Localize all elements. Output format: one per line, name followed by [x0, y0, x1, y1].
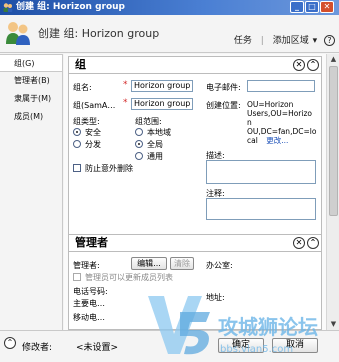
- maximize-button[interactable]: □: [305, 1, 319, 13]
- location-line: cal: [247, 136, 258, 145]
- phone-label: 电话号码:: [73, 287, 108, 296]
- dialog-header: 创建 组: Horizon group 任务 | 添加区域 ▾ ?: [0, 15, 339, 53]
- scope-global-radio[interactable]: [135, 140, 143, 148]
- sam-name-field[interactable]: Horizon group: [131, 98, 193, 110]
- clear-manager-button[interactable]: 清除: [170, 257, 194, 270]
- tasks-menu[interactable]: 任务: [234, 36, 252, 46]
- email-label: 电子邮件:: [206, 83, 241, 92]
- location-value: OU=Horizon Users,OU=Horizo n OU,DC=fan,D…: [247, 100, 319, 145]
- group-type-label: 组类型:: [73, 117, 100, 126]
- required-marker: *: [123, 80, 128, 90]
- required-marker: *: [123, 98, 128, 108]
- protect-deletion-label: 防止意外删除: [85, 164, 133, 173]
- group-icon: [6, 22, 30, 45]
- content-scrollbar[interactable]: ▲ ▼: [326, 54, 339, 330]
- manager-section-header: 管理者 ✕ ⌃: [68, 234, 322, 252]
- close-button[interactable]: ✕: [320, 1, 334, 13]
- scope-global-label: 全局: [147, 140, 163, 149]
- chevron-down-icon[interactable]: ▾: [313, 36, 318, 46]
- scroll-thumb[interactable]: [329, 66, 338, 216]
- scope-domain-local-radio[interactable]: [135, 128, 143, 136]
- location-line: OU,DC=fan,DC=lo: [247, 127, 317, 136]
- group-section-title: 组: [75, 58, 86, 71]
- page-title: 创建 组: Horizon group: [38, 27, 160, 40]
- location-line: n: [247, 118, 252, 127]
- manager-section-body: 管理者: 编辑... 清除 管理员可以更新成员列表 电话号码: 主要电… 移动电…: [68, 252, 322, 330]
- sidebar-item-member-of[interactable]: 隶属于(M): [0, 90, 62, 108]
- collapse-section-icon[interactable]: ⌃: [307, 237, 319, 249]
- location-line: OU=Horizon: [247, 100, 294, 109]
- type-distribution-label: 分发: [85, 140, 101, 149]
- cancel-button[interactable]: 取消: [272, 338, 318, 353]
- sidebar-item-group[interactable]: 组(G): [0, 54, 62, 72]
- modifier-label: 修改者:: [22, 343, 53, 353]
- location-line: Users,OU=Horizo: [247, 109, 312, 118]
- sidebar: 组(G) 管理者(B) 隶属于(M) 成员(M): [0, 54, 63, 330]
- location-label: 创建位置:: [206, 101, 241, 110]
- minimize-button[interactable]: _: [290, 1, 304, 13]
- mobile-phone-label: 移动电…: [73, 313, 105, 322]
- sidebar-item-managed-by[interactable]: 管理者(B): [0, 72, 62, 90]
- address-label: 地址:: [206, 293, 225, 302]
- group-name-label: 组名:: [73, 83, 92, 92]
- protect-deletion-checkbox[interactable]: [73, 164, 81, 172]
- manager-section-title: 管理者: [75, 236, 108, 249]
- header-toolbar: 任务 | 添加区域 ▾ ?: [228, 33, 335, 46]
- sam-name-label: 组(SamA…: [73, 101, 116, 110]
- sidebar-item-members[interactable]: 成员(M): [0, 108, 62, 126]
- group-name-field[interactable]: Horizon group: [131, 80, 193, 92]
- toolbar-separator: |: [260, 36, 264, 46]
- scope-domain-local-label: 本地域: [147, 128, 171, 137]
- ok-button[interactable]: 确定: [218, 338, 264, 353]
- scroll-down-icon[interactable]: ▼: [328, 319, 339, 330]
- description-field[interactable]: [206, 160, 316, 184]
- email-field[interactable]: [247, 80, 315, 92]
- close-section-icon[interactable]: ✕: [293, 59, 305, 71]
- scope-universal-radio[interactable]: [135, 152, 143, 160]
- change-location-link[interactable]: 更改...: [266, 136, 288, 145]
- notes-field[interactable]: [206, 198, 316, 220]
- scope-universal-label: 通用: [147, 152, 163, 161]
- main-content: 组 ✕ ⌃ 组名: * Horizon group 组(SamA… * Hori…: [64, 54, 326, 330]
- type-distribution-radio[interactable]: [73, 140, 81, 148]
- group-scope-label: 组范围:: [135, 117, 162, 126]
- window-title: 创建 组: Horizon group: [16, 2, 125, 12]
- dialog-footer: ⌃ 修改者: <未设置> 确定 取消: [0, 330, 339, 359]
- type-security-radio[interactable]: [73, 128, 81, 136]
- title-bar: 创建 组: Horizon group _ □ ✕: [0, 0, 339, 15]
- close-section-icon[interactable]: ✕: [293, 237, 305, 249]
- edit-manager-button[interactable]: 编辑...: [131, 257, 167, 270]
- manager-can-update-checkbox[interactable]: [73, 273, 81, 281]
- office-label: 办公室:: [206, 261, 233, 270]
- main-phone-label: 主要电…: [73, 299, 105, 308]
- manager-label: 管理者:: [73, 261, 100, 270]
- expand-footer-icon[interactable]: ⌃: [4, 337, 16, 349]
- add-section-menu[interactable]: 添加区域: [273, 36, 309, 46]
- modifier-value: <未设置>: [76, 343, 119, 353]
- group-section-header: 组 ✕ ⌃: [68, 56, 322, 74]
- manager-can-update-label: 管理员可以更新成员列表: [85, 273, 173, 282]
- group-app-icon: [3, 3, 13, 12]
- help-icon[interactable]: ?: [324, 35, 335, 46]
- scroll-up-icon[interactable]: ▲: [328, 54, 339, 65]
- type-security-label: 安全: [85, 128, 101, 137]
- collapse-section-icon[interactable]: ⌃: [307, 59, 319, 71]
